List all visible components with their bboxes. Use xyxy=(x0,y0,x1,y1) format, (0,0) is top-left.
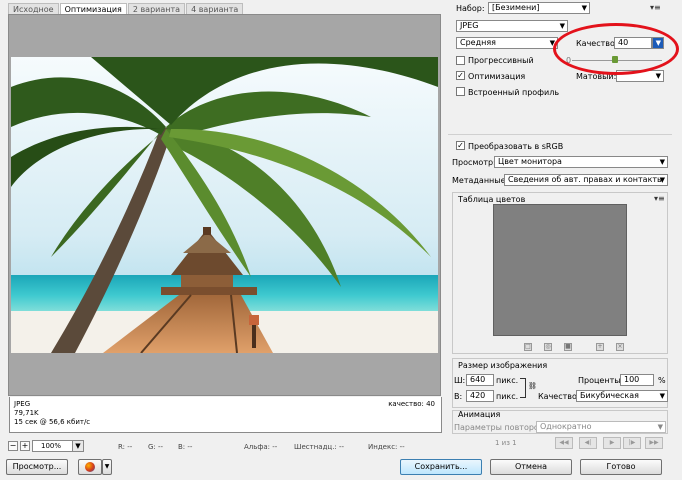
height-input[interactable]: 420 xyxy=(466,390,494,402)
play-button[interactable]: ▶ xyxy=(603,437,621,449)
height-unit: пикс. xyxy=(496,392,519,401)
preview-area[interactable]: JPEG 79,71K 15 сек @ 56,6 кбит/с качеств… xyxy=(8,14,442,433)
annotation-circle xyxy=(553,23,679,75)
lock-icon[interactable]: ■ xyxy=(564,343,572,351)
percent-label: Проценты: xyxy=(578,376,624,385)
readout-index: Индекс: -- xyxy=(368,443,405,451)
menu-icon[interactable]: ▾≡ xyxy=(650,3,661,12)
resample-label: Качество: xyxy=(538,392,580,401)
embed-profile-label: Встроенный профиль xyxy=(468,88,560,97)
srgb-label: Преобразовать в sRGB xyxy=(468,142,564,151)
zoom-out-button[interactable]: − xyxy=(8,441,18,451)
chain-link-icon[interactable]: ⛓ xyxy=(528,382,537,390)
new-color-icon[interactable]: + xyxy=(596,343,604,351)
metadata-select[interactable]: Сведения об авт. правах и контакты ▼ xyxy=(504,174,668,186)
color-table-menu-icon[interactable]: ▾≡ xyxy=(654,194,665,203)
last-frame-button[interactable]: ▶▶ xyxy=(645,437,663,449)
readout-b: B: -- xyxy=(178,443,193,451)
readout-g: G: -- xyxy=(148,443,164,451)
preview-button[interactable]: Просмотр... xyxy=(6,459,68,475)
readout-alpha: Альфа: -- xyxy=(244,443,278,451)
first-frame-button[interactable]: ◀◀ xyxy=(555,437,573,449)
percent-input[interactable]: 100 xyxy=(620,374,654,386)
loop-label: Параметры повторов: xyxy=(454,423,547,432)
metadata-label: Метаданные: xyxy=(452,176,509,185)
view-label: Просмотр: xyxy=(452,158,496,167)
browser-icon xyxy=(85,462,95,472)
frame-counter: 1 из 1 xyxy=(495,439,517,447)
loop-select[interactable]: Однократно ▼ xyxy=(536,421,666,433)
readout-r: R: -- xyxy=(118,443,133,451)
divider xyxy=(448,134,672,135)
beach-photo xyxy=(11,57,438,353)
chevron-down-icon[interactable]: ▼ xyxy=(72,440,84,452)
cancel-button[interactable]: Отмена xyxy=(490,459,572,475)
done-button[interactable]: Готово xyxy=(580,459,662,475)
resample-select[interactable]: Бикубическая ▼ xyxy=(576,390,668,402)
web-snap-icon[interactable]: ◎ xyxy=(544,343,552,351)
info-format: JPEG xyxy=(14,400,31,408)
image-size-title: Размер изображения xyxy=(458,361,548,370)
embed-profile-checkbox[interactable] xyxy=(456,87,465,96)
link-bracket xyxy=(520,378,526,398)
image-info-bar: JPEG 79,71K 15 сек @ 56,6 кбит/с качеств… xyxy=(9,397,442,433)
optimized-label: Оптимизация xyxy=(468,72,526,81)
next-frame-button[interactable]: |▶ xyxy=(623,437,641,449)
browser-preview-button[interactable] xyxy=(78,459,102,475)
view-select[interactable]: Цвет монитора ▼ xyxy=(494,156,668,168)
preset-select[interactable]: [Безимени] ▼ xyxy=(488,2,590,14)
quality-preset-select[interactable]: Средняя ▼ xyxy=(456,37,558,49)
height-label: В: xyxy=(454,392,463,401)
browser-menu-arrow[interactable]: ▼ xyxy=(102,459,112,475)
status-bar: − + 100% ▼ R: -- G: -- B: -- Альфа: -- Ш… xyxy=(0,438,445,454)
width-unit: пикс. xyxy=(496,376,519,385)
progressive-label: Прогрессивный xyxy=(468,56,534,65)
format-select[interactable]: JPEG ▼ xyxy=(456,20,568,32)
prev-frame-button[interactable]: ◀| xyxy=(579,437,597,449)
optimized-checkbox[interactable]: ✓ xyxy=(456,71,465,80)
preset-label: Набор: xyxy=(456,4,485,13)
percent-sign: % xyxy=(658,376,666,385)
trash-icon[interactable]: × xyxy=(616,343,624,351)
srgb-checkbox[interactable]: ✓ xyxy=(456,141,465,150)
info-quality: качество: 40 xyxy=(388,400,435,408)
color-table-title: Таблица цветов xyxy=(458,195,526,204)
zoom-in-button[interactable]: + xyxy=(20,441,30,451)
save-button[interactable]: Сохранить... xyxy=(400,459,482,475)
info-size: 79,71K xyxy=(14,409,39,417)
color-table-swatches xyxy=(493,204,627,336)
width-label: Ш: xyxy=(454,376,466,385)
animation-title: Анимация xyxy=(458,410,501,419)
readout-hex: Шестнадц.: -- xyxy=(294,443,345,451)
info-download-time: 15 сек @ 56,6 кбит/с xyxy=(14,418,91,426)
width-input[interactable]: 640 xyxy=(466,374,494,386)
progressive-checkbox[interactable] xyxy=(456,56,465,65)
preview-image[interactable] xyxy=(11,57,438,353)
map-color-icon[interactable]: □ xyxy=(524,343,532,351)
